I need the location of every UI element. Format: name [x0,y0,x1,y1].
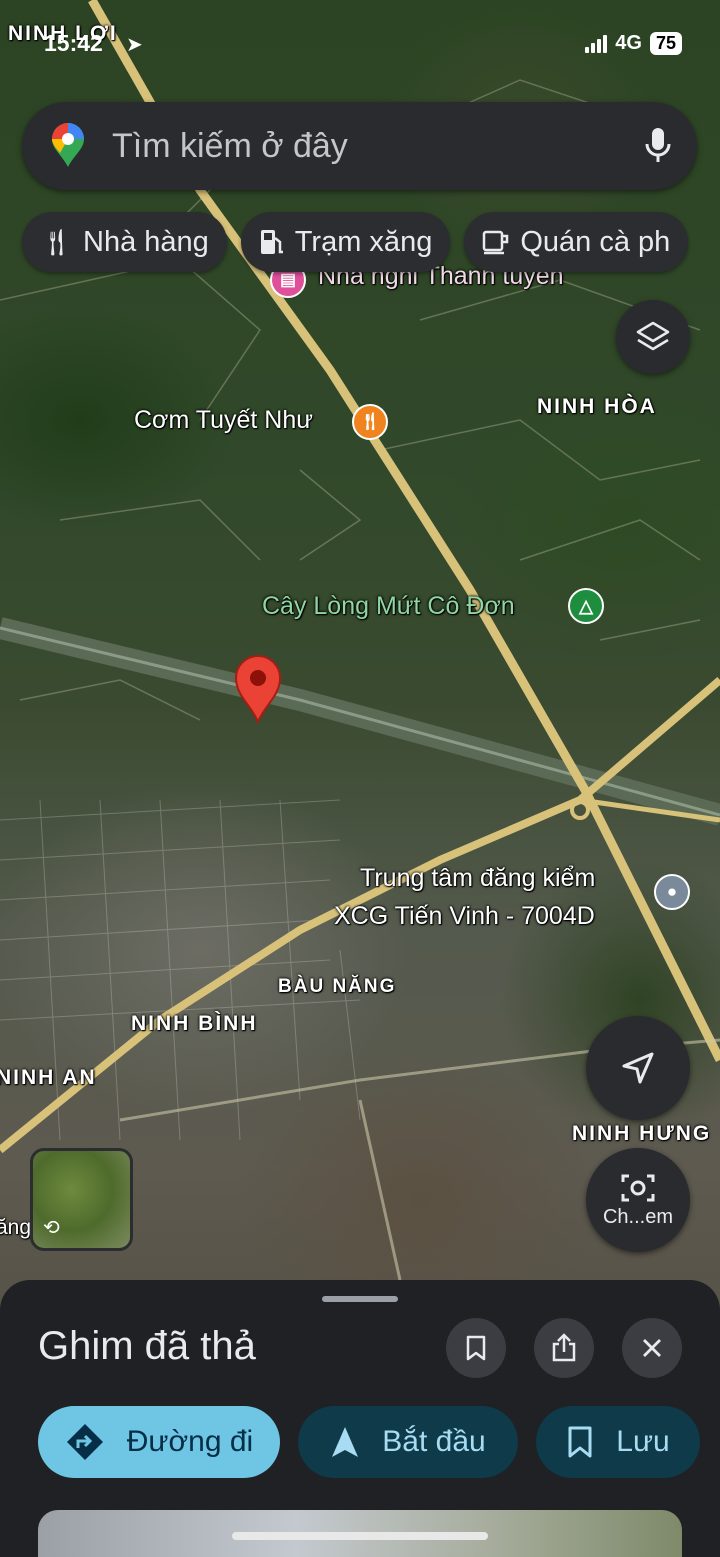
status-time: 15:42 [44,30,103,56]
chip-label: Trạm xăng [294,225,433,258]
area-label-bau-nang: BÀU NĂNG [278,976,397,997]
chip-label: Quán cà ph [520,225,671,258]
bookmark-save-icon [568,1426,592,1458]
save-label: Lưu [616,1425,670,1458]
share-button[interactable] [534,1318,594,1378]
place-title: Ghim đã thả [38,1324,256,1368]
chip-restaurants[interactable]: 🍴︎ Nhà hàng [22,212,227,272]
close-icon [643,1339,661,1357]
street-view-360-icon: ⟲ [43,1217,60,1239]
save-button[interactable]: Lưu [536,1406,700,1478]
area-label-ninh-an: NINH AN [0,1066,97,1089]
poi-label-trung-tam-line2[interactable]: XCG Tiến Vinh - 7004D [334,902,595,931]
start-label: Bắt đầu [382,1425,486,1458]
poi-label-com-tuyet-nhu[interactable]: Cơm Tuyết Như [134,406,313,435]
directions-label: Đường đi [126,1425,254,1458]
navigation-start-icon [332,1427,359,1457]
navigation-arrow-icon [622,1052,654,1084]
restaurant-pin-icon[interactable]: 🍴︎ [352,404,388,440]
street-view-thumbnail[interactable]: ⟲ [30,1148,133,1251]
signal-icon [585,34,608,53]
gas-station-icon [260,230,283,254]
close-button[interactable] [622,1318,682,1378]
home-indicator[interactable] [232,1532,488,1540]
microphone-icon[interactable] [643,126,673,166]
layers-button[interactable] [616,300,690,374]
location-pin-icon[interactable]: ● [654,874,690,910]
park-pin-icon[interactable]: △ [568,588,604,624]
share-icon [552,1333,576,1362]
location-arrow-icon: ➤ [126,34,143,56]
lens-button[interactable]: Ch...em [586,1148,690,1252]
bookmark-button[interactable] [446,1318,506,1378]
lens-label: Ch...em [602,1205,674,1228]
category-chips: 🍴︎ Nhà hàng Trạm xăng Quán cà ph [22,212,720,272]
chip-gas-stations[interactable]: Trạm xăng [240,212,451,272]
search-input[interactable]: Tìm kiếm ở đây [112,127,643,166]
my-location-button[interactable] [586,1016,690,1120]
area-label-ninh-hung: NINH HƯNG [572,1122,712,1145]
network-type: 4G [615,32,642,54]
status-indicators: 4G 75 [585,32,682,55]
bookmark-icon [466,1335,486,1361]
directions-icon [66,1424,103,1460]
directions-button[interactable]: Đường đi [38,1406,280,1478]
battery-icon: 75 [649,32,682,55]
dropped-pin-icon[interactable] [232,654,284,724]
action-buttons: Đường đi Bắt đầu Lưu [38,1406,700,1478]
chip-coffee[interactable]: Quán cà ph [464,212,689,272]
coffee-icon [483,230,509,255]
poi-label-trung-tam-line1[interactable]: Trung tâm đăng kiểm [360,864,595,893]
start-button[interactable]: Bắt đầu [298,1406,518,1478]
area-label-ninh-binh: NINH BÌNH [131,1012,258,1035]
chip-label: Nhà hàng [83,225,209,258]
area-label-ninh-hoa: NINH HÒA [537,395,657,418]
search-bar[interactable]: Tìm kiếm ở đây [22,102,697,190]
camera-lens-icon [621,1174,655,1201]
restaurant-icon: 🍴︎ [40,226,74,257]
drag-handle[interactable] [322,1296,398,1302]
area-label-partial: ăng [0,1216,32,1239]
layers-icon [636,321,670,351]
poi-label-cay-long[interactable]: Cây Lòng Mứt Cô Đơn [262,592,515,621]
place-bottom-sheet[interactable]: Ghim đã thả Đường đi Bắt đầu Lưu [0,1280,720,1557]
maps-logo-icon [52,123,84,167]
